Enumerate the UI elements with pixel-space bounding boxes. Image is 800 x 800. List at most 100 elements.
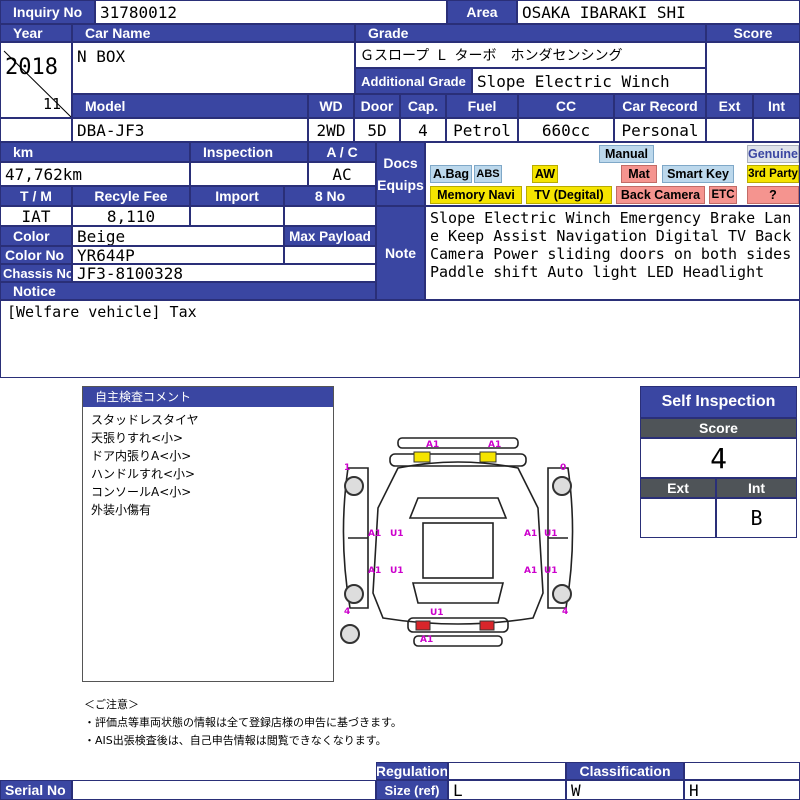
damage-mark: U1 [544,566,558,576]
grade-value: Ｇスロープ L ターボ ホンダセンシング [355,42,706,68]
tm-value: IAT [0,206,72,226]
additional-grade-label: Additional Grade [355,68,472,94]
damage-mark: 1 [344,463,350,473]
wd-value: 2WD [308,118,354,142]
damage-front-left-yellow [413,451,431,463]
cap-label: Cap. [400,94,446,118]
equip-back-camera: Back Camera [616,186,705,204]
damage-mark: A1 [368,566,381,576]
serial-no-label: Serial No [0,780,72,800]
self-ext-value [640,498,716,538]
color-label: Color [0,226,72,246]
chassis-no-label: Chassis No [0,264,72,282]
equip-abag: A.Bag [430,165,472,183]
serial-no-value [72,780,376,800]
footer-note-line: ・AIS出張検査後は、自己申告情報は閲覧できなくなります。 [84,734,387,747]
chassis-no-value: JF3-8100328 [72,264,376,282]
damage-mark: A1 [524,566,537,576]
area-value: OSAKA IBARAKI SHI [517,0,800,24]
eight-no-label: 8 No [284,186,376,206]
rear-left-wheel [344,584,364,604]
model-label: Model [72,94,308,118]
import-label: Import [190,186,284,206]
front-left-wheel [344,476,364,496]
equip-memory-navi: Memory Navi [430,186,522,204]
regulation-value [448,762,566,780]
ac-value: AC [308,162,376,186]
cc-label: CC [518,94,614,118]
equip-abs: ABS [474,165,502,183]
additional-grade-value: Slope Electric Winch [472,68,706,94]
ext-value [706,118,753,142]
front-right-wheel [552,476,572,496]
note-value: Slope Electric Winch Emergency Brake Lan… [425,206,800,300]
footer-note-line: ＜ご注意＞ [84,698,139,711]
classification-h: H [684,780,800,800]
regulation-label: Regulation [376,762,448,780]
car-record-label: Car Record [614,94,706,118]
score-label: Score [706,24,800,42]
damage-mark: A1 [426,440,439,450]
tm-label: T / M [0,186,72,206]
equip-etc: ETC [709,186,737,204]
area-label: Area [447,0,517,24]
door-label: Door [354,94,400,118]
spare-wheel [340,624,360,644]
year-label: Year [0,24,72,42]
car-record-value: Personal [614,118,706,142]
year-spacer [0,118,72,142]
damage-mark: A1 [488,440,501,450]
inspection-value [190,162,308,186]
model-value: DBA-JF3 [72,118,308,142]
eight-no-value [284,206,376,226]
roof-outline [422,522,494,579]
max-payload-value [284,246,376,264]
self-score-label: Score [640,418,797,438]
month-value: 11 [43,95,62,113]
damage-mark: U1 [544,529,558,539]
ext-label: Ext [706,94,753,118]
notice-label: Notice [0,282,376,300]
import-value [190,206,284,226]
door-value: 5D [354,118,400,142]
color-no-value: YR644P [72,246,284,264]
damage-mark: A1 [524,529,537,539]
windshield-outline [408,497,508,519]
grade-label: Grade [355,24,706,42]
recycle-fee-value: 8,110 [72,206,190,226]
equips-label: Equips [377,177,424,193]
damage-mark: 0 [560,463,566,473]
damage-mark: 4 [344,607,350,617]
rear-right-wheel [552,584,572,604]
comment-line: 外装小傷有 [91,503,152,517]
year-value: 2018 [5,55,58,80]
comment-line: 天張りすれ<小> [91,431,184,445]
km-label: km [0,142,190,162]
equip-question: ? [747,186,799,204]
comment-line: ドア内張りA<小> [91,449,192,463]
classification-extra [684,762,800,780]
ac-label: A / C [308,142,376,162]
footer-note-line: ・評価点等車両状態の情報は全て登録店様の申告に基づきます。 [84,716,402,729]
comment-line: スタッドレスタイヤ [91,413,199,427]
car-name-label: Car Name [72,24,355,42]
size-value: L [448,780,566,800]
self-int-label: Int [716,478,797,498]
damage-mark: U1 [430,608,444,618]
car-name-value: N BOX [72,42,355,94]
comment-line: コンソールA<小> [91,485,192,499]
color-value: Beige [72,226,284,246]
fuel-label: Fuel [446,94,518,118]
fuel-value: Petrol [446,118,518,142]
equip-manual: Manual [599,145,654,163]
docs-equips-label: Docs Equips [376,142,425,206]
notice-value: [Welfare vehicle] Tax [0,300,800,378]
docs-label: Docs [383,155,418,171]
inquiry-no-value: 31780012 [95,0,447,24]
size-label: Size (ref) [376,780,448,800]
wd-label: WD [308,94,354,118]
damage-front-right-yellow [479,451,497,463]
int-value [753,118,800,142]
self-inspection-title: Self Inspection [640,386,797,418]
self-ext-label: Ext [640,478,716,498]
